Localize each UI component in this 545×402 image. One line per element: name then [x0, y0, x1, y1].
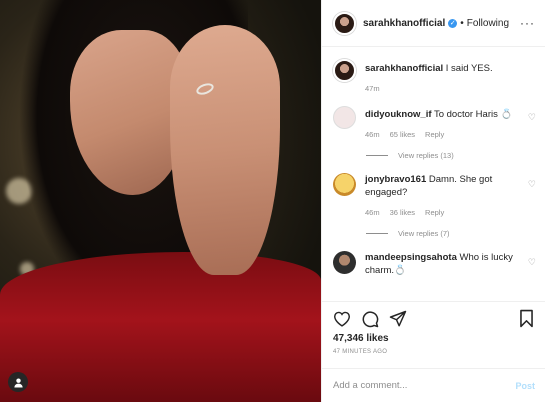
comment-like-heart-icon[interactable]: ♡	[528, 257, 536, 268]
header-username[interactable]: sarahkhanofficial	[363, 18, 445, 29]
likes-count[interactable]: 47,346 likes	[333, 333, 389, 344]
post-photo[interactable]	[0, 0, 321, 402]
comment-likes[interactable]: 36 likes	[390, 208, 415, 217]
reply-button[interactable]: Reply	[425, 208, 444, 217]
comment: didyouknow_if To doctor Haris 💍 46m 65 l…	[333, 93, 538, 139]
comment-icon[interactable]	[360, 309, 380, 329]
divider	[366, 155, 388, 156]
comment-username[interactable]: mandeepsingsahota	[365, 252, 457, 263]
following-button[interactable]: Following	[467, 18, 509, 29]
post-header: sarahkhanofficial ✓ • Following ···	[322, 0, 545, 47]
photo-dress	[0, 252, 321, 402]
avatar[interactable]	[333, 105, 356, 129]
view-replies-button[interactable]: View replies (7)	[366, 229, 538, 238]
comments-list[interactable]: sarahkhanofficial I said YES. 47m didyou…	[322, 48, 545, 300]
post-timestamp: 47 MINUTES AGO	[333, 349, 388, 355]
photo-hand	[170, 25, 280, 275]
comment-time[interactable]: 46m	[365, 208, 380, 217]
avatar[interactable]	[333, 173, 356, 196]
caption: sarahkhanofficial I said YES. 47m	[333, 48, 538, 93]
caption-text: I said YES.	[445, 63, 493, 74]
view-replies-button[interactable]: View replies (13)	[366, 151, 538, 160]
share-icon[interactable]	[388, 309, 408, 329]
add-comment-input[interactable]: Add a comment...	[333, 380, 515, 391]
avatar[interactable]	[333, 59, 356, 82]
header-separator: •	[460, 17, 464, 29]
comment-time[interactable]: 46m	[365, 130, 380, 139]
view-replies-label[interactable]: View replies (13)	[398, 151, 454, 160]
view-replies-label[interactable]: View replies (7)	[398, 229, 450, 238]
comment-like-heart-icon[interactable]: ♡	[528, 112, 536, 123]
verified-badge-icon: ✓	[448, 18, 458, 28]
comment: mandeepsingsahota Who is lucky charm.💍 ♡	[333, 238, 538, 277]
reply-button[interactable]: Reply	[425, 130, 444, 139]
add-comment-bar: Add a comment... Post	[322, 368, 545, 402]
comment-username[interactable]: didyouknow_if	[365, 109, 432, 120]
avatar[interactable]	[333, 251, 356, 274]
more-options-icon[interactable]: ···	[520, 16, 535, 30]
divider	[366, 233, 388, 234]
comment-text: To doctor Haris 💍	[433, 108, 513, 120]
comment-likes[interactable]: 65 likes	[390, 130, 415, 139]
post-actions	[322, 301, 545, 335]
comment-username[interactable]: jonybravo161	[365, 174, 426, 185]
comment-like-heart-icon[interactable]: ♡	[528, 179, 536, 190]
post-comment-button[interactable]: Post	[515, 381, 535, 391]
bookmark-icon[interactable]	[516, 309, 536, 329]
avatar[interactable]	[333, 11, 356, 35]
comment: jonybravo161 Damn. She got engaged? 46m …	[333, 160, 538, 217]
caption-username[interactable]: sarahkhanofficial	[365, 63, 443, 74]
user-tag-icon[interactable]	[8, 372, 28, 392]
heart-icon[interactable]	[332, 309, 352, 329]
post-side-panel: sarahkhanofficial ✓ • Following ··· sara…	[321, 0, 545, 402]
caption-time: 47m	[365, 83, 380, 93]
